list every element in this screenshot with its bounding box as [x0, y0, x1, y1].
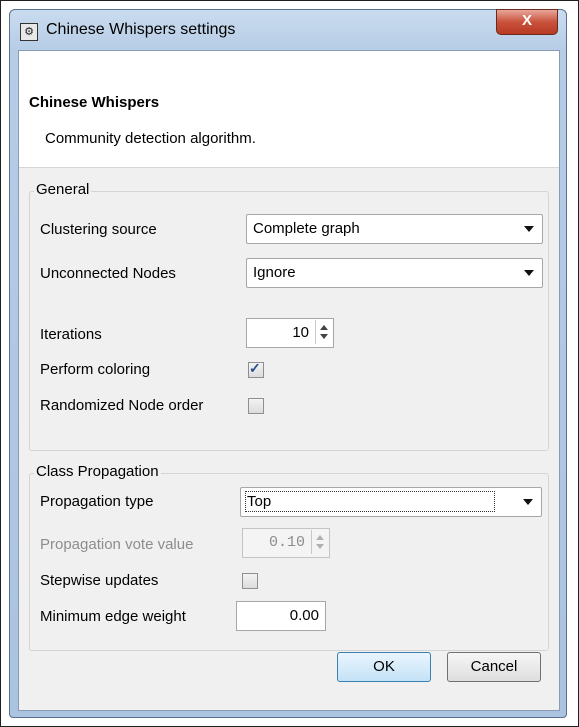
- dialog-header: Chinese Whispers Community detection alg…: [19, 51, 559, 168]
- unconnected-nodes-label: Unconnected Nodes: [40, 265, 176, 282]
- clustering-source-value: Complete graph: [253, 220, 360, 237]
- spinner-buttons[interactable]: [315, 320, 332, 344]
- stepwise-updates-label: Stepwise updates: [40, 572, 159, 589]
- app-logo-icon: ⚙: [20, 23, 38, 41]
- algorithm-description: Community detection algorithm.: [45, 130, 256, 147]
- ok-button[interactable]: OK: [337, 652, 431, 682]
- randomized-node-order-label: Randomized Node order: [40, 397, 204, 414]
- propagation-vote-value-spinner: 0.10: [242, 528, 330, 558]
- stepwise-updates-checkbox[interactable]: [242, 573, 258, 589]
- clustering-source-dropdown[interactable]: Complete graph: [246, 214, 543, 244]
- screenshot-frame: ⚙ Chinese Whispers settings X Chinese Wh…: [0, 0, 579, 727]
- dialog-content: Chinese Whispers Community detection alg…: [18, 50, 560, 711]
- spinner-buttons: [311, 530, 328, 554]
- minimum-edge-weight-label: Minimum edge weight: [40, 608, 186, 625]
- propagation-type-label: Propagation type: [40, 493, 154, 510]
- title-bar[interactable]: ⚙ Chinese Whispers settings X: [10, 9, 566, 50]
- perform-coloring-label: Perform coloring: [40, 361, 151, 378]
- propagation-type-value: Top: [244, 491, 496, 512]
- close-icon: X: [521, 12, 532, 29]
- window-title: Chinese Whispers settings: [46, 21, 236, 38]
- perform-coloring-checkbox[interactable]: ✓: [248, 360, 264, 378]
- class-propagation-legend: Class Propagation: [34, 463, 161, 480]
- minimum-edge-weight-input[interactable]: 0.00: [236, 601, 326, 631]
- propagation-vote-value: 0.10: [268, 534, 305, 551]
- checkmark-icon: ✓: [249, 360, 261, 376]
- unconnected-nodes-value: Ignore: [253, 264, 296, 281]
- randomized-node-order-checkbox[interactable]: [248, 398, 264, 414]
- clustering-source-label: Clustering source: [40, 221, 157, 238]
- spin-up-icon: [316, 535, 324, 540]
- algorithm-title: Chinese Whispers: [29, 94, 160, 111]
- iterations-label: Iterations: [40, 326, 102, 343]
- spin-down-icon[interactable]: [320, 334, 328, 339]
- chevron-down-icon: [524, 226, 534, 232]
- unconnected-nodes-dropdown[interactable]: Ignore: [246, 258, 543, 288]
- minimum-edge-weight-value: 0.00: [289, 607, 319, 624]
- general-group: General Clustering source Complete graph…: [29, 181, 549, 451]
- spin-up-icon[interactable]: [320, 325, 328, 330]
- propagation-vote-value-label: Propagation vote value: [40, 536, 194, 553]
- iterations-spinner[interactable]: 10: [246, 318, 334, 348]
- iterations-value: 10: [292, 324, 309, 341]
- chevron-down-icon: [523, 499, 533, 505]
- general-legend: General: [34, 181, 92, 198]
- dialog-window: ⚙ Chinese Whispers settings X Chinese Wh…: [9, 9, 567, 718]
- cancel-button[interactable]: Cancel: [447, 652, 541, 682]
- close-button[interactable]: X: [496, 9, 558, 35]
- spin-down-icon: [316, 544, 324, 549]
- chevron-down-icon: [524, 270, 534, 276]
- propagation-type-dropdown[interactable]: Top: [240, 487, 542, 517]
- class-propagation-group: Class Propagation Propagation type Top P…: [29, 463, 549, 651]
